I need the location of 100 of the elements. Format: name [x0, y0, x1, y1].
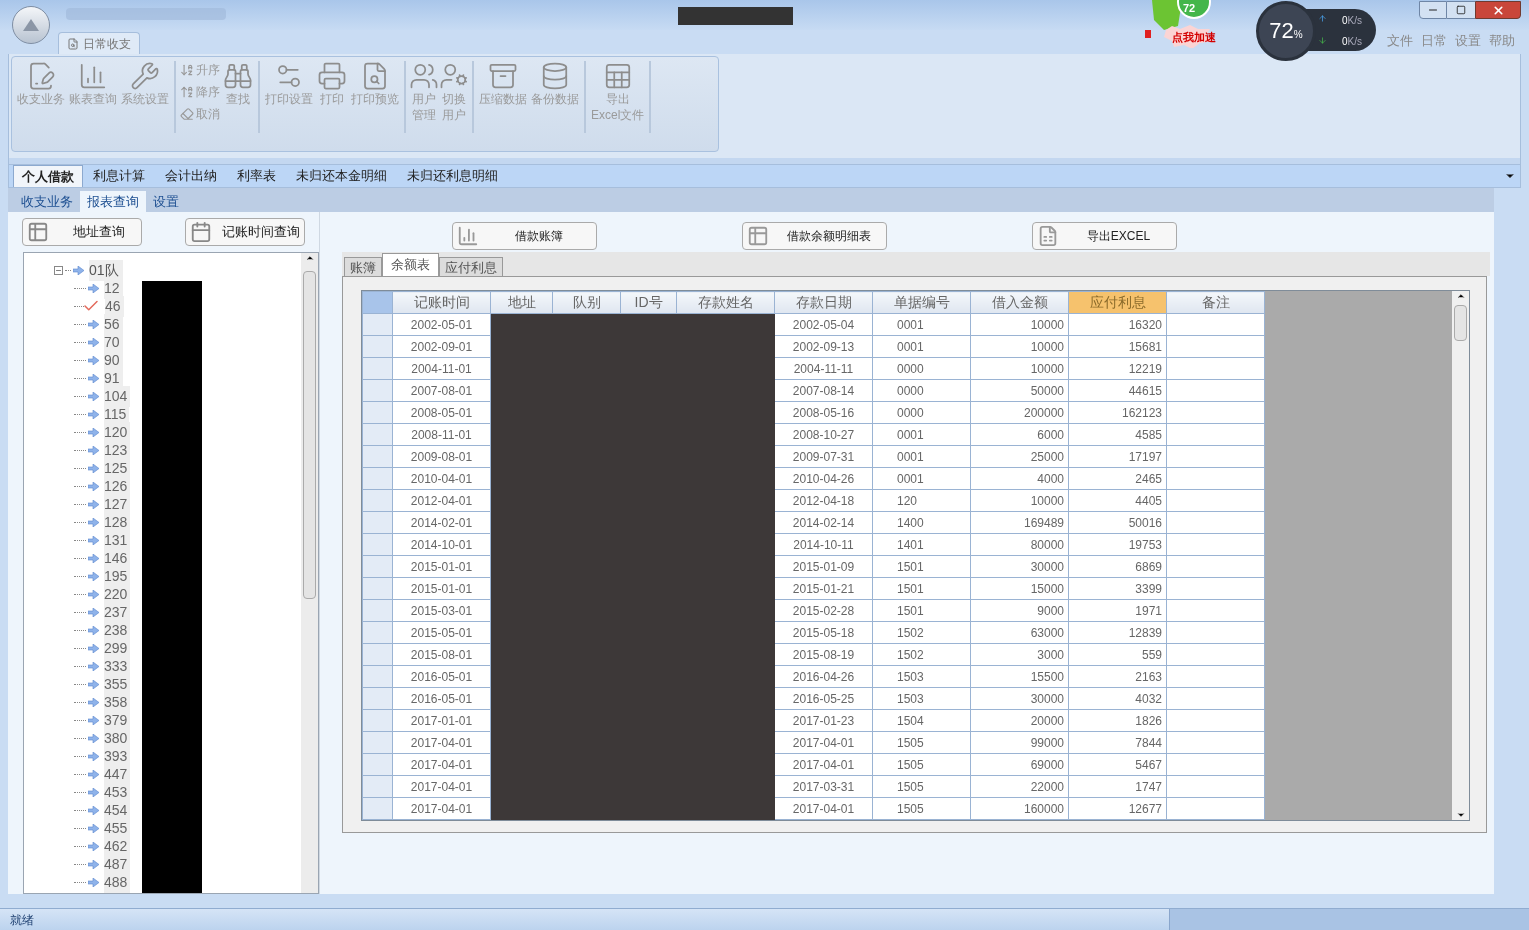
table-cell: 22000 [970, 775, 1069, 798]
column-header[interactable]: 存款姓名 [676, 291, 775, 314]
menu-item[interactable]: 设置 [1455, 30, 1481, 50]
table-cell: 2002-05-04 [774, 313, 873, 336]
main-tab[interactable]: 会计出纳 [155, 165, 227, 187]
menu-item[interactable]: 文件 [1387, 30, 1413, 50]
row-header[interactable] [362, 599, 393, 622]
main-tab[interactable]: 未归还本金明细 [286, 165, 397, 187]
row-header[interactable] [362, 533, 393, 556]
row-header[interactable] [362, 753, 393, 776]
table-cell: 15681 [1068, 335, 1167, 358]
menu-item[interactable]: 帮助 [1489, 30, 1515, 50]
table-cell: 2015-01-21 [774, 577, 873, 600]
arrow-icon [88, 733, 99, 743]
grid-tab[interactable]: 应付利息 [439, 257, 503, 276]
menu-item[interactable]: 日常 [1421, 30, 1447, 50]
row-header[interactable] [362, 577, 393, 600]
row-header[interactable] [362, 357, 393, 380]
report-button[interactable]: 借款账簿 [452, 222, 597, 250]
column-header[interactable]: 备注 [1166, 291, 1265, 314]
arrow-icon [88, 841, 99, 851]
row-header[interactable] [362, 445, 393, 468]
row-header[interactable] [362, 313, 393, 336]
collapse-toggle[interactable] [54, 265, 63, 275]
scrollbar[interactable] [1452, 291, 1469, 820]
scroll-up-icon[interactable] [1455, 291, 1466, 301]
row-header[interactable] [362, 489, 393, 512]
row-header[interactable] [362, 775, 393, 798]
arrow-icon [88, 589, 99, 599]
ribbon-tab[interactable]: 日常收支 [58, 32, 140, 54]
report-button[interactable]: 导出EXCEL [1032, 222, 1177, 250]
arrow-icon [88, 823, 99, 833]
row-header[interactable] [362, 467, 393, 490]
main-tab[interactable]: 个人借款 [13, 165, 83, 187]
row-header[interactable] [362, 665, 393, 688]
select-all-corner[interactable] [362, 291, 393, 314]
table-cell: 2009-08-01 [392, 445, 491, 468]
query-button[interactable]: 地址查询 [22, 218, 142, 246]
speed-up-label[interactable]: 点我加速 [1172, 29, 1216, 46]
arrow-icon [88, 355, 99, 365]
report-button[interactable]: 借款余额明细表 [742, 222, 887, 250]
table-cell: 2163 [1068, 665, 1167, 688]
column-header[interactable]: 应付利息 [1068, 291, 1167, 314]
row-header[interactable] [362, 687, 393, 710]
table-cell: 10000 [970, 357, 1069, 380]
column-header[interactable]: 存款日期 [774, 291, 873, 314]
sub-tab[interactable]: 设置 [146, 191, 186, 212]
row-header[interactable] [362, 731, 393, 754]
column-header[interactable]: ID号 [620, 291, 677, 314]
upload-speed: 0K/s [1342, 14, 1362, 28]
scroll-thumb[interactable] [1454, 305, 1467, 341]
arrow-icon [73, 265, 84, 275]
scroll-thumb[interactable] [303, 271, 316, 599]
tree-node[interactable]: 01队 [89, 259, 123, 281]
table-cell: 2017-03-31 [774, 775, 873, 798]
application-orb[interactable] [12, 6, 50, 44]
table-cell: 4032 [1068, 687, 1167, 710]
table-cell: 2008-05-01 [392, 401, 491, 424]
main-tab[interactable]: 未归还利息明细 [397, 165, 508, 187]
main-tab[interactable]: 利率表 [227, 165, 286, 187]
sub-tab[interactable]: 报表查询 [80, 191, 146, 212]
sub-tab[interactable]: 收支业务 [14, 191, 80, 212]
column-header[interactable]: 借入金额 [970, 291, 1069, 314]
table-cell: 2015-08-01 [392, 643, 491, 666]
grid-tab[interactable]: 余额表 [382, 253, 439, 276]
row-header[interactable] [362, 709, 393, 732]
scroll-down-icon[interactable] [1455, 810, 1466, 820]
main-tab[interactable]: 利息计算 [83, 165, 155, 187]
table-cell: 1505 [872, 731, 971, 754]
close-button[interactable] [1475, 1, 1521, 19]
maximize-button[interactable] [1447, 1, 1475, 19]
table-cell: 0001 [872, 445, 971, 468]
column-header[interactable]: 地址 [490, 291, 553, 314]
arrow-icon [88, 643, 99, 653]
row-header[interactable] [362, 401, 393, 424]
tools-icon [130, 61, 160, 91]
table-cell: 1503 [872, 665, 971, 688]
table-cell: 2002-09-13 [774, 335, 873, 358]
row-header[interactable] [362, 643, 393, 666]
row-header[interactable] [362, 797, 393, 820]
minimize-button[interactable] [1419, 1, 1447, 19]
row-header[interactable] [362, 555, 393, 578]
grid-tab[interactable]: 账簿 [344, 257, 382, 276]
column-header[interactable]: 记账时间 [392, 291, 491, 314]
column-header[interactable]: 单据编号 [872, 291, 971, 314]
query-button[interactable]: 记账时间查询 [185, 218, 305, 246]
row-header[interactable] [362, 379, 393, 402]
scroll-up-icon[interactable] [304, 253, 315, 263]
table-cell: 1401 [872, 533, 971, 556]
row-header[interactable] [362, 335, 393, 358]
arrow-icon [88, 661, 99, 671]
table-cell: 0001 [872, 467, 971, 490]
table-cell: 2004-11-01 [392, 357, 491, 380]
scrollbar[interactable] [301, 253, 318, 893]
cpu-gauge[interactable]: 72% [1256, 1, 1316, 61]
row-header[interactable] [362, 423, 393, 446]
row-header[interactable] [362, 621, 393, 644]
row-header[interactable] [362, 511, 393, 534]
table-cell: 2015-05-18 [774, 621, 873, 644]
column-header[interactable]: 队别 [552, 291, 621, 314]
